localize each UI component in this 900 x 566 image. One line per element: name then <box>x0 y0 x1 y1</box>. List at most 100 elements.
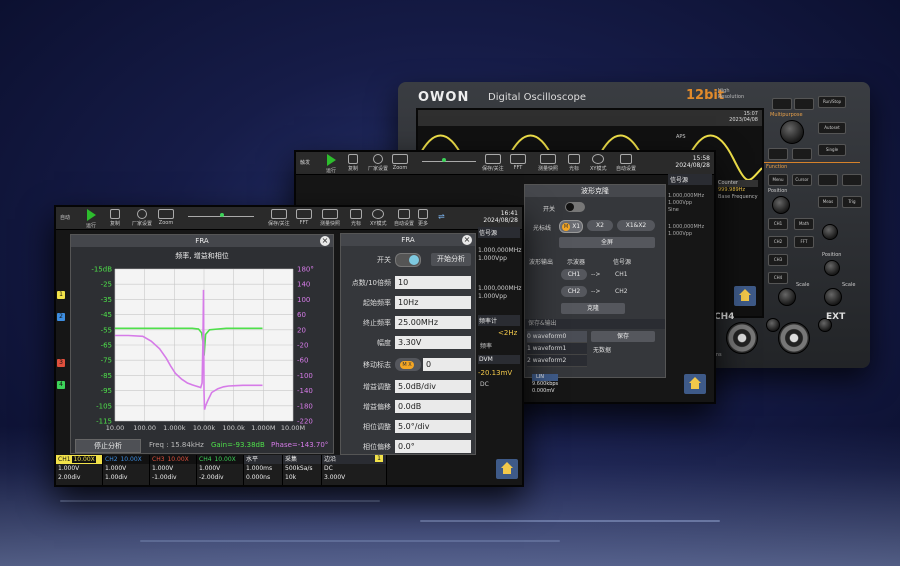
horizontal-status[interactable]: 水平 1.000ms 0.000ns <box>244 455 283 485</box>
phase-offset-input[interactable]: 0.0° <box>395 440 471 453</box>
timeline-marker[interactable] <box>220 213 224 217</box>
ch4-button[interactable]: CH4 <box>768 272 788 284</box>
ch3-button[interactable]: CH3 <box>768 254 788 266</box>
panel-button[interactable] <box>842 174 862 186</box>
gain-scale-input[interactable]: 5.0dB/div <box>395 380 471 393</box>
run-button[interactable]: 运行 <box>326 154 336 174</box>
factory-settings-button[interactable]: 厂家设置 <box>368 154 388 172</box>
trigger-mode-button[interactable]: 触发 <box>300 159 310 166</box>
start-frequency-input[interactable]: 10Hz <box>395 296 471 309</box>
autoset-button[interactable]: Autoset <box>818 122 846 134</box>
marker-select[interactable]: M X <box>395 358 421 371</box>
trigger-auto-button[interactable]: 自动 <box>60 214 70 221</box>
trigger-status[interactable]: 边沿 1 DC 3.000V <box>322 455 387 485</box>
y-right-tick-label: 180° <box>297 266 314 274</box>
autoset-button[interactable]: 自动设置 <box>394 209 414 227</box>
panel-button[interactable] <box>818 174 838 186</box>
zoom-button[interactable]: Zoom <box>158 209 174 226</box>
close-icon[interactable]: × <box>462 235 472 245</box>
ch4-connector-label: CH4 <box>714 312 735 322</box>
copy-button[interactable]: 复制 <box>348 154 358 172</box>
ch2-level-marker[interactable]: 2 <box>57 313 65 321</box>
clone-button[interactable]: 克隆 <box>561 303 625 314</box>
waveform-list-item[interactable]: 2 waveform2 <box>527 355 587 367</box>
cursor-button[interactable]: 光标 <box>350 209 362 227</box>
cursor-button[interactable]: Cursor <box>792 174 812 186</box>
marker-badge: M <box>561 223 571 231</box>
zoom-button[interactable]: Zoom <box>392 154 408 171</box>
fft-button[interactable]: FFT <box>296 209 312 226</box>
timeline-marker[interactable] <box>442 158 446 162</box>
menu-button[interactable]: Menu <box>768 174 788 186</box>
math-button[interactable]: Math <box>794 218 814 230</box>
meas-button[interactable]: Meas <box>818 196 838 208</box>
measure-snapshot-button[interactable]: 测量快照 <box>538 154 558 172</box>
start-analysis-button[interactable]: 开始分析 <box>431 253 471 266</box>
home-button[interactable] <box>496 459 518 479</box>
more-button[interactable]: 更多 <box>418 209 428 227</box>
timeline-bar[interactable] <box>422 161 476 162</box>
menu-button[interactable] <box>768 148 788 160</box>
waveform-list-item[interactable]: 1 waveform1 <box>527 343 587 355</box>
move-marker-input[interactable]: 0 <box>423 358 471 371</box>
ch4-level-marker[interactable]: 4 <box>57 381 65 389</box>
ch2-button[interactable]: CH2 <box>768 236 788 248</box>
ch1-button[interactable]: CH1 <box>768 218 788 230</box>
stop-analysis-button[interactable]: 停止分析 <box>75 439 141 453</box>
amplitude-input[interactable]: 3.30V <box>395 336 471 349</box>
save-attention-button[interactable]: 保存/关注 <box>268 209 290 227</box>
wave-icon <box>270 209 287 219</box>
save-attention-button[interactable]: 保存/关注 <box>482 154 504 172</box>
xy-mode-button[interactable]: XY模式 <box>370 209 386 227</box>
list-icon <box>322 209 338 219</box>
fullscreen-button[interactable]: 全屏 <box>559 237 655 248</box>
panel-button[interactable] <box>772 98 792 110</box>
multipurpose-knob[interactable] <box>780 120 804 144</box>
ch3-level-marker[interactable]: 3 <box>57 359 65 367</box>
phase-scale-input[interactable]: 5.0°/div <box>395 420 471 433</box>
panel-button[interactable] <box>792 148 812 160</box>
ch4-status[interactable]: CH4 10.00X 1.000V -2.00div <box>197 455 244 485</box>
xy-mode-button[interactable]: XY模式 <box>590 154 606 172</box>
cursor-button[interactable]: 光标 <box>568 154 580 172</box>
fft-button[interactable]: FFT <box>794 236 814 248</box>
clone-source-ch2[interactable]: CH2 <box>561 286 587 297</box>
fft-button[interactable]: FFT <box>510 154 526 171</box>
run-stop-button[interactable]: Run/Stop <box>818 96 846 108</box>
gain-offset-input[interactable]: 0.0dB <box>395 400 471 413</box>
close-icon[interactable]: × <box>320 236 330 246</box>
ch1-status[interactable]: CH1 10.00X 1.000V 2.00div <box>56 455 103 485</box>
waveform-list-item[interactable]: 0 waveform0 <box>527 331 587 343</box>
ch1-level-marker[interactable]: 1 <box>57 291 65 299</box>
position-knob-2[interactable] <box>824 260 840 276</box>
copy-button[interactable]: 复制 <box>110 209 120 227</box>
home-button[interactable] <box>684 374 706 394</box>
cursor-x1-option[interactable]: M X1 <box>559 220 583 233</box>
ch2-status[interactable]: CH2 10.00X 1.000V 1.00div <box>103 455 150 485</box>
measure-snapshot-button[interactable]: 测量快照 <box>320 209 340 227</box>
points-per-decade-input[interactable]: 10 <box>395 276 471 289</box>
panel-knob[interactable] <box>766 318 780 332</box>
trigger-level-knob[interactable] <box>822 224 838 240</box>
clone-switch[interactable] <box>565 202 585 212</box>
y-left-tick-label: -85 <box>101 372 112 380</box>
ch3-status[interactable]: CH3 10.00X 1.000V -1.00div <box>150 455 197 485</box>
function-label: Function <box>766 164 788 170</box>
acquire-status[interactable]: 采集 500kSa/s 10k <box>283 455 322 485</box>
scale-knob[interactable] <box>778 288 796 306</box>
save-button[interactable]: 保存 <box>591 331 655 342</box>
fra-switch[interactable] <box>395 253 421 267</box>
device-home-button[interactable] <box>734 286 756 306</box>
cursor-x1x2-option[interactable]: X1&X2 <box>617 220 655 231</box>
position-knob[interactable] <box>772 196 790 214</box>
panel-button[interactable] <box>794 98 814 110</box>
single-button[interactable]: Single <box>818 144 846 156</box>
scale-knob-2[interactable] <box>824 288 842 306</box>
autoset-button[interactable]: 自动设置 <box>616 154 636 172</box>
run-button[interactable]: 运行 <box>86 209 96 229</box>
factory-settings-button[interactable]: 厂家设置 <box>132 209 152 227</box>
cursor-x2-option[interactable]: X2 <box>587 220 613 231</box>
trig-button[interactable]: Trig <box>842 196 862 208</box>
clone-source-ch1[interactable]: CH1 <box>561 269 587 280</box>
stop-frequency-input[interactable]: 25.00MHz <box>395 316 471 329</box>
